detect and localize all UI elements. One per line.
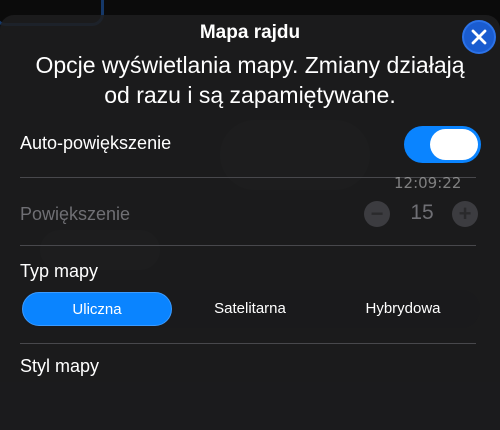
- map-type-segmented-control: Uliczna Satelitarna Hybrydowa: [20, 290, 480, 328]
- plus-icon: +: [458, 201, 472, 226]
- map-type-option-street[interactable]: Uliczna: [22, 292, 172, 326]
- map-type-label: Typ mapy: [20, 261, 99, 281]
- map-type-option-hybrid[interactable]: Hybrydowa: [328, 292, 478, 326]
- map-style-label[interactable]: Styl mapy: [20, 356, 99, 377]
- background-time: 12:09:22: [394, 174, 462, 192]
- close-button[interactable]: [462, 20, 496, 54]
- minus-icon: −: [370, 201, 384, 226]
- auto-zoom-label: Auto-powiększenie: [20, 133, 172, 153]
- zoom-value: 15: [410, 201, 434, 224]
- auto-zoom-toggle[interactable]: [404, 126, 481, 163]
- map-type-option-satellite[interactable]: Satelitarna: [175, 292, 325, 326]
- divider: [20, 245, 476, 246]
- divider: [20, 343, 476, 344]
- panel-title: Mapa rajdu: [199, 22, 301, 43]
- zoom-stepper: − 15 +: [362, 200, 482, 228]
- zoom-increase-button[interactable]: +: [452, 201, 478, 227]
- close-icon: [471, 29, 487, 45]
- toggle-knob: [430, 129, 478, 160]
- zoom-decrease-button[interactable]: −: [364, 201, 390, 227]
- zoom-label: Powiększenie: [20, 204, 131, 224]
- panel-description: Opcje wyświetlania mapy. Zmiany działają…: [35, 52, 465, 108]
